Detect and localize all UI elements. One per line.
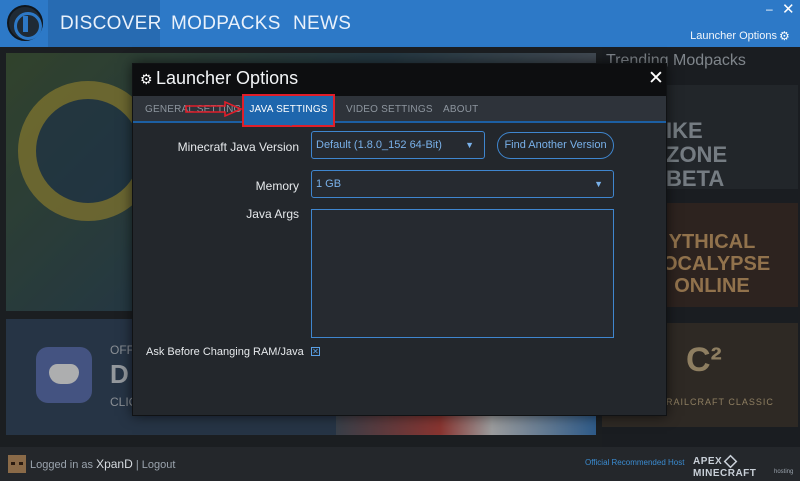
caret-down-icon: ▼: [594, 179, 603, 189]
find-another-version-button[interactable]: Find Another Version: [497, 132, 614, 159]
separator: |: [135, 459, 139, 471]
username: XpanD: [96, 457, 133, 471]
login-status: Logged in as XpanD | Logout: [30, 457, 175, 471]
gear-icon: ⚙: [140, 71, 153, 87]
cube-icon: [723, 454, 738, 469]
java-args-textarea[interactable]: [311, 209, 614, 338]
java-version-select[interactable]: Default (1.8.0_152 64-Bit) ▼: [311, 131, 485, 159]
host-brand-right: MINECRAFT: [693, 468, 757, 479]
tab-about[interactable]: ABOUT: [443, 96, 478, 123]
active-tab-pointer: [285, 121, 297, 126]
launcher-options-link[interactable]: Launcher Options: [690, 30, 777, 42]
avatar[interactable]: [8, 455, 26, 473]
annotation-arrow-icon: [185, 101, 243, 117]
nav-tab-discover[interactable]: DISCOVER: [48, 0, 161, 47]
dialog-title: Launcher Options: [156, 68, 299, 88]
dialog-header: ⚙ Launcher Options ✕: [133, 64, 666, 96]
status-footer: Logged in as XpanD | Logout Official Rec…: [0, 447, 800, 481]
app-logo[interactable]: [7, 5, 43, 41]
host-brand-left: APEX: [693, 456, 723, 468]
nav-tab-modpacks[interactable]: MODPACKS: [171, 0, 281, 47]
dialog-close-button[interactable]: ✕: [648, 67, 664, 90]
memory-label: Memory: [255, 179, 299, 193]
close-window-button[interactable]: ✕: [782, 0, 795, 18]
logged-in-prefix: Logged in as: [30, 459, 93, 471]
top-nav-bar: DISCOVER MODPACKS NEWS – ✕ Launcher Opti…: [0, 0, 800, 47]
memory-select[interactable]: 1 GB ▼: [311, 170, 614, 198]
nav-tab-news[interactable]: NEWS: [293, 0, 351, 47]
tab-video-settings[interactable]: VIDEO SETTINGS: [346, 96, 433, 123]
java-args-label: Java Args: [246, 207, 299, 221]
ask-ram-java-checkbox[interactable]: ✕: [311, 347, 320, 356]
launcher-options-dialog: ⚙ Launcher Options ✕ GENERAL SETTINGS JA…: [132, 63, 667, 416]
host-logo[interactable]: APEXMINECRAFT: [693, 454, 800, 479]
caret-down-icon: ▼: [465, 140, 474, 150]
gear-icon[interactable]: ⚙: [779, 29, 790, 43]
java-version-value: Default (1.8.0_152 64-Bit): [316, 139, 442, 151]
recommended-host-label[interactable]: Official Recommended Host: [585, 458, 684, 467]
ask-ram-java-label: Ask Before Changing RAM/Java: [146, 346, 304, 358]
logout-link[interactable]: Logout: [142, 459, 176, 471]
memory-value: 1 GB: [316, 178, 342, 190]
java-version-label: Minecraft Java Version: [177, 140, 299, 154]
minimize-window-button[interactable]: –: [766, 2, 773, 16]
host-brand-sub: hosting: [774, 469, 794, 475]
